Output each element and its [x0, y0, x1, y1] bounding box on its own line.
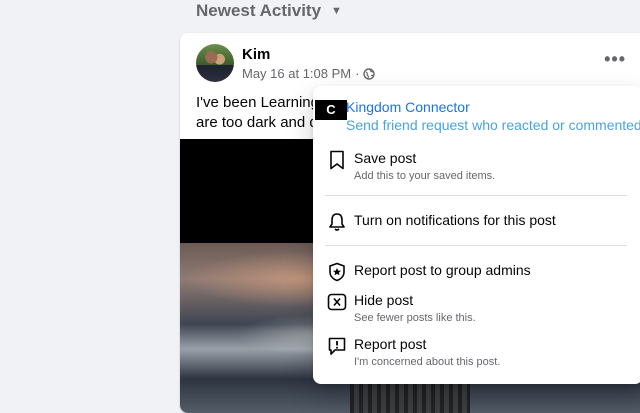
- post-timestamp[interactable]: May 16 at 1:08 PM: [242, 66, 351, 81]
- kingdom-connector-logo: C: [315, 100, 347, 120]
- post-more-button[interactable]: •••: [604, 50, 626, 68]
- hide-x-icon: [325, 290, 349, 314]
- feed-sort-dropdown[interactable]: Newest Activity ▼: [196, 0, 342, 22]
- post-meta: May 16 at 1:08 PM ·: [242, 66, 376, 81]
- avatar[interactable]: [196, 44, 234, 82]
- meta-separator: ·: [355, 66, 360, 81]
- feed-sort-label: Newest Activity: [196, 1, 322, 20]
- globe-icon: [363, 67, 376, 80]
- menu-item-report-post[interactable]: Report post I'm concerned about this pos…: [325, 334, 631, 370]
- kingdom-connector-title[interactable]: Kingdom Connector: [346, 99, 470, 115]
- bell-icon: [325, 210, 349, 234]
- shield-star-icon: [325, 260, 349, 284]
- menu-item-description: See fewer posts like this.: [354, 312, 476, 324]
- post-options-menu: C Kingdom Connector Send friend request …: [313, 86, 640, 384]
- menu-divider: [325, 195, 627, 196]
- send-friend-request-link[interactable]: Send friend request who reacted or comme…: [346, 117, 640, 133]
- caret-down-icon: ▼: [331, 5, 342, 17]
- post-author-name[interactable]: Kim: [242, 46, 270, 63]
- menu-item-label: Report post to group admins: [354, 262, 531, 278]
- menu-item-label: Report post: [354, 336, 427, 352]
- menu-item-hide-post[interactable]: Hide post See fewer posts like this.: [325, 290, 631, 326]
- menu-item-description: I'm concerned about this post.: [354, 356, 501, 368]
- post-image-structure: [350, 379, 470, 413]
- menu-item-turn-on-notifications[interactable]: Turn on notifications for this post: [325, 210, 631, 234]
- report-alert-icon: [325, 334, 349, 358]
- menu-item-label: Hide post: [354, 292, 414, 308]
- menu-item-label: Turn on notifications for this post: [354, 212, 556, 228]
- menu-item-label: Save post: [354, 150, 417, 166]
- menu-item-description: Add this to your saved items.: [354, 170, 496, 182]
- menu-item-save-post[interactable]: Save post Add this to your saved items.: [325, 148, 631, 184]
- menu-divider: [325, 245, 627, 246]
- bookmark-icon: [325, 148, 349, 172]
- menu-item-report-to-admins[interactable]: Report post to group admins: [325, 260, 631, 284]
